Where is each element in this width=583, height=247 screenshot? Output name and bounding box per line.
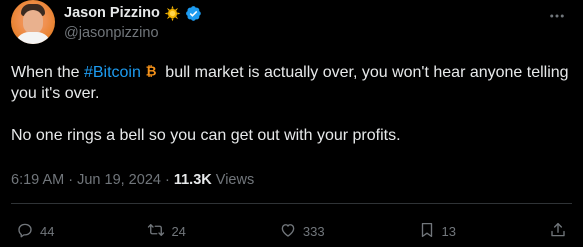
display-name[interactable]: Jason Pizzino bbox=[64, 5, 160, 21]
tweet-body: When the #Bitcoin ₿ bull market is actual… bbox=[11, 62, 571, 146]
bitcoin-icon: ₿ bbox=[143, 63, 159, 80]
repost-button[interactable]: 24 bbox=[147, 221, 186, 242]
tweet-paragraph-1: When the #Bitcoin ₿ bull market is actual… bbox=[11, 62, 571, 104]
svg-text:₿: ₿ bbox=[145, 65, 156, 79]
views-count: 11.3K bbox=[173, 172, 212, 188]
share-upload-icon bbox=[549, 221, 567, 242]
verified-check-icon[interactable] bbox=[185, 5, 202, 22]
heart-icon bbox=[279, 221, 297, 242]
tweet-text-pre: When the bbox=[11, 64, 84, 81]
tweet-meta: 6:19 AM · Jun 19, 2024 · 11.3K Views bbox=[11, 172, 254, 188]
user-handle[interactable]: @jasonpizzino bbox=[64, 25, 202, 41]
meta-separator-2: · bbox=[160, 172, 174, 188]
bookmark-button[interactable]: 13 bbox=[418, 221, 456, 242]
like-button[interactable]: 333 bbox=[279, 221, 325, 242]
views-label: Views bbox=[211, 172, 255, 188]
meta-separator: · bbox=[64, 172, 78, 188]
like-count: 333 bbox=[302, 223, 325, 239]
tweet-header: Jason Pizzino @jasonpizzino bbox=[64, 4, 202, 41]
avatar[interactable] bbox=[11, 0, 55, 44]
gold-sun-badge-icon[interactable] bbox=[164, 5, 181, 22]
hashtag-link[interactable]: #Bitcoin bbox=[84, 64, 141, 81]
action-bar: 44 24 333 13 bbox=[16, 220, 567, 242]
repost-arrows-icon bbox=[147, 221, 165, 242]
share-button[interactable] bbox=[549, 221, 567, 242]
more-dots-icon[interactable] bbox=[547, 6, 567, 26]
repost-count: 24 bbox=[171, 223, 186, 239]
bookmark-icon bbox=[418, 221, 436, 242]
reply-button[interactable]: 44 bbox=[16, 221, 54, 242]
tweet-card: Jason Pizzino @jasonpizzino When the #Bi… bbox=[0, 0, 583, 247]
reply-bubble-icon bbox=[16, 221, 34, 242]
bookmark-count: 13 bbox=[441, 223, 457, 239]
tweet-time[interactable]: 6:19 AM bbox=[11, 172, 64, 188]
tweet-paragraph-2: No one rings a bell so you can get out w… bbox=[11, 127, 401, 144]
divider bbox=[11, 203, 572, 204]
tweet-date[interactable]: Jun 19, 2024 bbox=[77, 172, 161, 188]
reply-count: 44 bbox=[40, 223, 55, 239]
